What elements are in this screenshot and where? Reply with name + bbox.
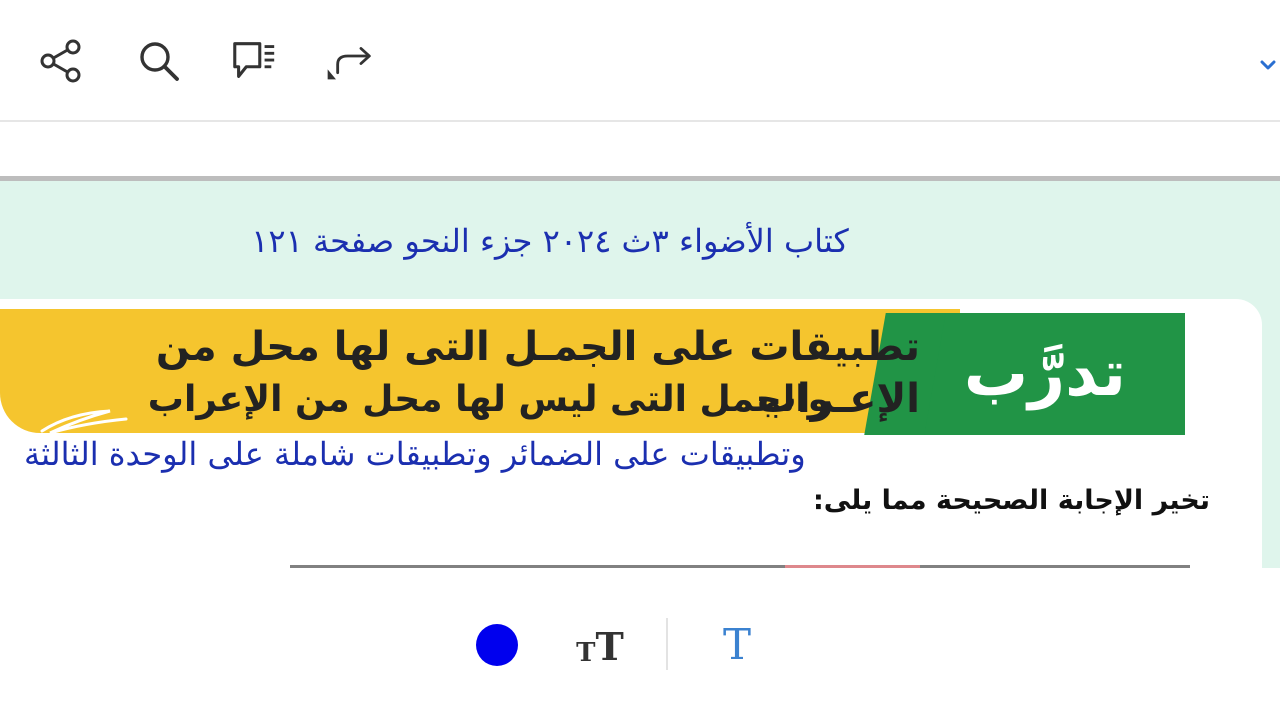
text-tool-button[interactable]: T: [712, 618, 762, 670]
comments-icon[interactable]: [229, 36, 279, 86]
bottom-toolbar: TT T: [0, 568, 1280, 720]
train-badge: تدرَّب: [905, 313, 1185, 435]
toolbar-divider: [666, 618, 668, 670]
color-picker-button[interactable]: [476, 624, 518, 666]
headline-line-2: والجمل التى ليس لها محل من الإعراب: [147, 379, 830, 420]
text-size-big-glyph: T: [595, 624, 624, 669]
handwritten-title: كتاب الأضواء ٣ث ٢٠٢٤ جزء النحو صفحة ١٢١: [251, 222, 849, 260]
chevron-down-icon[interactable]: [1256, 54, 1280, 78]
toolbar-spacer: [0, 122, 1280, 176]
handwritten-subtitle: وتطبيقات على الضمائر وتطبيقات شاملة على …: [24, 435, 806, 473]
instruction-text: تخير الإجابة الصحيحة مما يلى:: [812, 485, 1210, 516]
document-page[interactable]: كتاب الأضواء ٣ث ٢٠٢٤ جزء النحو صفحة ١٢١ …: [0, 176, 1280, 573]
redo-icon[interactable]: [326, 36, 376, 86]
share-icon[interactable]: [36, 36, 86, 86]
text-size-button[interactable]: TT: [572, 622, 628, 669]
search-icon[interactable]: [134, 36, 184, 86]
train-label: تدرَّب: [963, 337, 1127, 411]
text-size-small-glyph: T: [576, 638, 596, 668]
top-toolbar: [0, 0, 1280, 122]
